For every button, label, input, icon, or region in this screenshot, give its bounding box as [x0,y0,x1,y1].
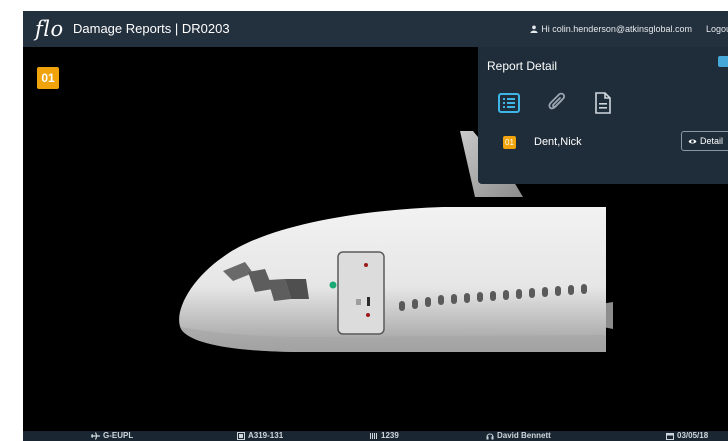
grid-icon [237,432,245,440]
status-aircraft-type: A319-131 [237,431,283,441]
report-detail-panel: Report Detail 01 Dent,Nick Detail [478,47,728,184]
app-logo[interactable]: flo [35,17,64,41]
document-icon [595,92,611,114]
detail-button[interactable]: Detail [681,131,728,151]
panel-toggle-button[interactable] [718,56,728,67]
aircraft-type-value: A319-131 [248,431,284,440]
status-user: David Bennett [486,431,551,441]
number-value: 1239 [381,431,399,440]
top-bar: flo Damage Reports | DR0203 Hi colin.hen… [23,11,728,47]
tab-list[interactable] [496,90,522,116]
calendar-icon [666,433,674,440]
page-title: Damage Reports | DR0203 [73,21,230,36]
detail-button-label: Detail [700,136,724,146]
tab-documents[interactable] [590,90,616,116]
user-value: David Bennett [497,431,551,440]
list-icon [498,93,520,113]
entry-badge: 01 [503,136,516,149]
tab-attachments[interactable] [544,90,570,116]
damage-marker-badge[interactable]: 01 [37,67,59,89]
panel-title: Report Detail [487,59,558,73]
logout-link[interactable]: Logout [706,24,728,34]
status-registration: G-EUPL [91,431,133,441]
registration-value: G-EUPL [103,431,134,440]
entry-name: Dent,Nick [534,136,582,148]
eye-icon [688,139,697,143]
date-value: 03/05/18 [677,431,709,440]
status-date: 03/05/18 [666,431,708,441]
status-bar: G-EUPL A319-131 1239 David Bennett 03/05… [23,431,728,441]
user-icon [530,25,538,33]
user-greeting: Hi colin.henderson@atkinsglobal.com [541,24,692,34]
app-frame: flo Damage Reports | DR0203 Hi colin.hen… [23,11,728,441]
status-number: 1239 [370,431,399,441]
barcode-icon [370,433,377,439]
user-menu[interactable]: Hi colin.henderson@atkinsglobal.com [530,24,692,34]
plane-icon [91,432,100,440]
headset-icon [486,433,494,440]
paperclip-icon [548,92,566,110]
